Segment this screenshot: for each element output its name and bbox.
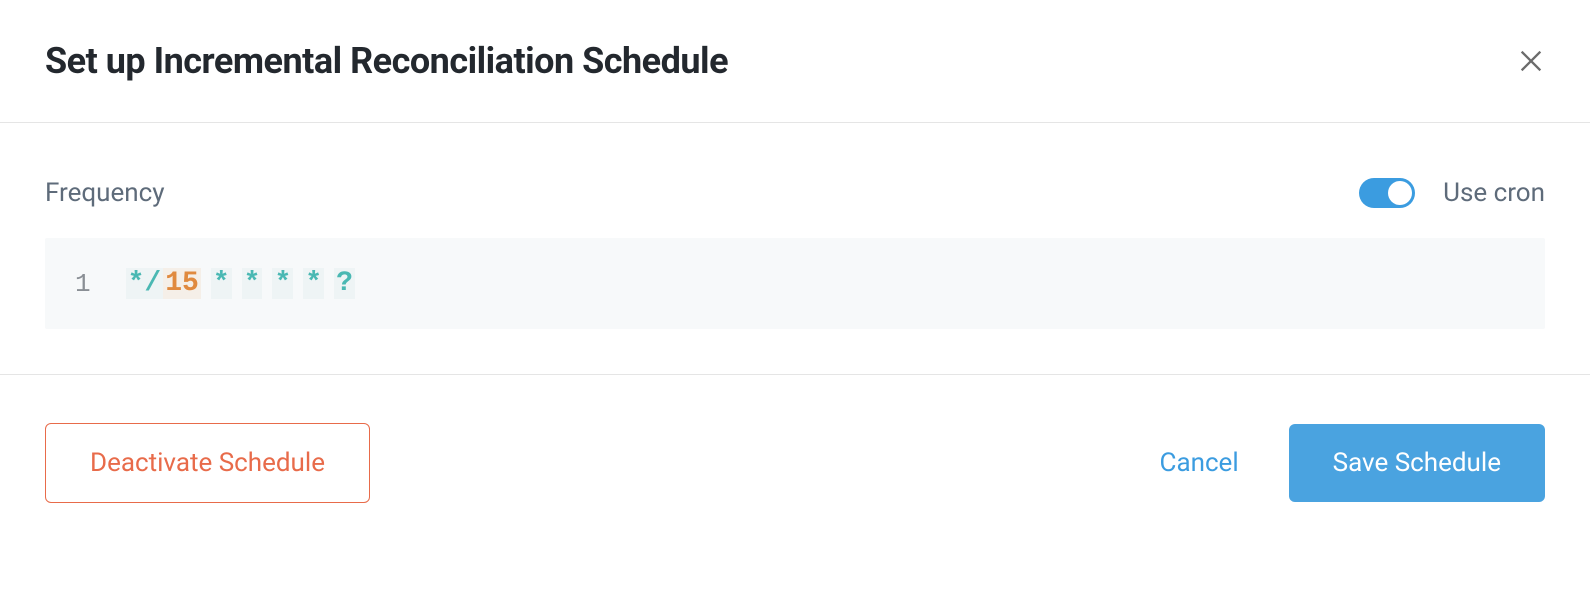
modal-footer: Deactivate Schedule Cancel Save Schedule bbox=[0, 375, 1590, 551]
modal-body: Frequency Use cron 1 */15 * * * *? bbox=[0, 123, 1590, 375]
modal-header: Set up Incremental Reconciliation Schedu… bbox=[0, 0, 1590, 123]
cron-token: 15 bbox=[163, 268, 201, 299]
use-cron-toggle-wrapper: Use cron bbox=[1359, 178, 1545, 208]
toggle-knob bbox=[1388, 181, 1412, 205]
cron-token: * bbox=[272, 268, 293, 299]
cron-expression[interactable]: */15 * * * *? bbox=[126, 268, 355, 299]
frequency-row: Frequency Use cron bbox=[45, 178, 1545, 208]
close-icon[interactable] bbox=[1517, 47, 1545, 75]
cron-line-number: 1 bbox=[75, 269, 91, 299]
cron-token: * bbox=[303, 268, 324, 299]
cancel-button[interactable]: Cancel bbox=[1150, 424, 1249, 502]
cron-token: * bbox=[242, 268, 263, 299]
cron-token: */ bbox=[126, 268, 164, 299]
footer-right: Cancel Save Schedule bbox=[1150, 424, 1545, 502]
cron-token-group: */15 bbox=[126, 268, 201, 299]
use-cron-label: Use cron bbox=[1443, 178, 1545, 208]
use-cron-toggle[interactable] bbox=[1359, 178, 1415, 208]
cron-editor[interactable]: 1 */15 * * * *? bbox=[45, 238, 1545, 329]
cron-token: * bbox=[211, 268, 232, 299]
deactivate-schedule-button[interactable]: Deactivate Schedule bbox=[45, 423, 370, 503]
frequency-label: Frequency bbox=[45, 178, 165, 208]
modal-title: Set up Incremental Reconciliation Schedu… bbox=[45, 40, 728, 82]
cron-token: ? bbox=[334, 268, 355, 299]
save-schedule-button[interactable]: Save Schedule bbox=[1289, 424, 1545, 502]
